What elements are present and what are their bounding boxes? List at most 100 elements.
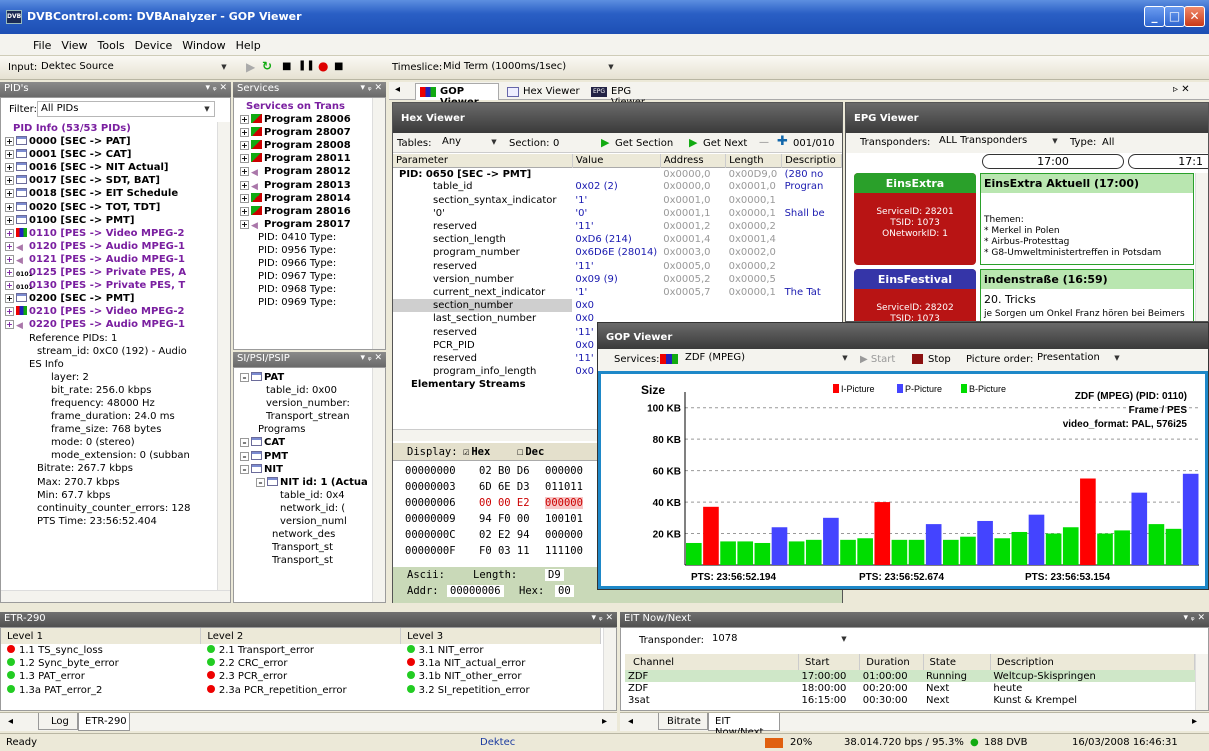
tab-scroll-left-icon[interactable]: ◂: [628, 716, 633, 727]
expand-icon[interactable]: +: [5, 307, 14, 317]
tab-scroll-right-icon[interactable]: ▸: [1192, 716, 1197, 727]
sipsi-tree-item[interactable]: – NIT id: 1 (Actua: [236, 476, 374, 489]
maximize-button[interactable]: □: [1164, 6, 1185, 27]
pid-hscrollbar[interactable]: [1, 590, 230, 602]
sipsi-tree-item[interactable]: Transport_st: [236, 554, 374, 567]
pid-tree-item[interactable]: stream_id: 0xC0 (192) - Audio: [3, 345, 217, 358]
close-button[interactable]: ✕: [1184, 6, 1205, 27]
sipsi-tree-item[interactable]: – PAT: [236, 371, 374, 384]
epg-event-einsextra[interactable]: EinsExtra Aktuell (17:00) Themen: * Merke…: [980, 173, 1194, 265]
pid-tree-item[interactable]: Bitrate: 267.7 kbps: [3, 462, 217, 475]
tab-log[interactable]: Log: [38, 713, 78, 730]
menu-file[interactable]: File: [28, 34, 56, 52]
hex-grid-row[interactable]: '0' '0' 0x0001,1 0x0000,1 Shall be: [393, 207, 842, 220]
column-header[interactable]: Description: [990, 654, 1196, 670]
hex-grid-row[interactable]: reserved '11' 0x0001,2 0x0000,2: [393, 220, 842, 233]
hex-dump-row[interactable]: 0000000F F0 03 11 111100: [405, 545, 583, 561]
hex-grid-row[interactable]: version_number 0x09 (9) 0x0005,2 0x0000,5: [393, 273, 842, 286]
eit-scrollbar[interactable]: [1195, 654, 1208, 710]
service-tree-item[interactable]: PID: 0956 Type:: [236, 244, 374, 257]
pane-controls[interactable]: ▾ ᵩ ✕: [591, 613, 613, 623]
timeslice-select[interactable]: Mid Term (1000ms/1sec) ▼: [440, 60, 618, 76]
pid-tree-item[interactable]: ES Info: [3, 358, 217, 371]
menu-device[interactable]: Device: [130, 34, 178, 52]
pid-tree-item[interactable]: frame_duration: 24.0 ms: [3, 410, 217, 423]
pid-tree-item[interactable]: +0001 [SEC -> CAT]: [3, 148, 217, 161]
sipsi-tree-item[interactable]: Transport_st: [236, 541, 374, 554]
column-header[interactable]: Parameter: [393, 154, 573, 168]
expand-icon[interactable]: +: [5, 268, 14, 278]
expand-icon[interactable]: +: [240, 206, 249, 216]
hex-grid-row[interactable]: PID: 0650 [SEC -> PMT] 0x0000,0 0x00D9,0 (2…: [393, 167, 842, 180]
expand-icon[interactable]: +: [5, 202, 14, 212]
tab-etr290[interactable]: ETR-290: [78, 713, 130, 731]
expand-icon[interactable]: +: [5, 176, 14, 186]
expand-icon[interactable]: +: [240, 115, 249, 125]
expand-icon[interactable]: +: [5, 320, 14, 330]
eit-row[interactable]: 3sat 16:15:00 00:30:00 Next Kunst & Krempel: [625, 694, 1195, 706]
expand-icon[interactable]: +: [5, 163, 14, 173]
transponders-select[interactable]: ALL Transponders ▼: [936, 134, 1062, 150]
hex-grid-row[interactable]: section_number 0x0: [393, 299, 842, 313]
column-header[interactable]: Value: [572, 154, 661, 168]
sipsi-tree-item[interactable]: table_id: 0x4: [236, 489, 374, 502]
record-icon[interactable]: ●: [318, 59, 328, 73]
service-tree-item[interactable]: + ◀ Program 28013: [236, 179, 374, 192]
column-header[interactable]: Level 1: [1, 628, 202, 644]
service-tree-item[interactable]: + Program 28008: [236, 139, 374, 152]
hex-grid-row[interactable]: reserved '11' 0x0005,0 0x0000,2: [393, 260, 842, 273]
tab-eit-now-next[interactable]: EIT Now/Next: [708, 713, 780, 738]
hex-grid-row[interactable]: program_number 0x6D6E (28014) 0x0003,0 0x00…: [393, 246, 842, 259]
expand-icon[interactable]: +: [240, 141, 249, 151]
etr-row[interactable]: 1.3 PAT_error 2.3 PCR_error 3.1b NIT_other…: [1, 670, 601, 683]
service-tree-item[interactable]: Services on Trans: [236, 100, 374, 113]
expand-icon[interactable]: –: [240, 373, 249, 382]
pid-tree-item[interactable]: + ◀ 0120 [PES -> Audio MPEG-1: [3, 240, 217, 253]
service-tree-item[interactable]: + ◀ Program 28017: [236, 218, 374, 231]
hex-dump-row[interactable]: 00000009 94 F0 00 100101: [405, 513, 583, 529]
pane-controls[interactable]: ▾ ᵩ ✕: [205, 83, 227, 93]
sipsi-tree-item[interactable]: network_des: [236, 528, 374, 541]
pid-tree-item[interactable]: +0017 [SEC -> SDT, BAT]: [3, 174, 217, 187]
pid-tree-item[interactable]: +0020 [SEC -> TOT, TDT]: [3, 201, 217, 214]
epg-channel-einsfestival[interactable]: EinsFestival ServiceID: 28202 TSID: 1073: [854, 269, 976, 321]
expand-icon[interactable]: +: [5, 189, 14, 199]
hex-dump-row[interactable]: 00000003 6D 6E D3 011011: [405, 481, 583, 497]
etr-row[interactable]: 1.1 TS_sync_loss 2.1 Transport_error 3.1 N…: [1, 644, 601, 657]
hex-dump-row[interactable]: 00000006 00 00 E2 000000: [405, 497, 583, 513]
pid-tree-item[interactable]: +0000 [SEC -> PAT]: [3, 135, 217, 148]
column-header[interactable]: Descriptio: [781, 154, 842, 168]
hex-checkbox[interactable]: ☑ Hex: [463, 446, 490, 458]
pause-icon[interactable]: ❚❚: [298, 60, 315, 71]
pid-tree-item[interactable]: +0110 [PES -> Video MPEG-2: [3, 227, 217, 240]
service-tree-item[interactable]: + Program 28016: [236, 205, 374, 218]
input-select[interactable]: Dektec Source ▼: [38, 60, 231, 76]
gop-stop-button[interactable]: Stop: [928, 354, 951, 365]
refresh-icon[interactable]: ↻: [262, 59, 272, 73]
expand-icon[interactable]: +: [240, 219, 249, 229]
column-header[interactable]: Level 3: [400, 628, 601, 644]
column-header[interactable]: Length: [725, 154, 783, 168]
transponder-select[interactable]: 1078 ▼: [709, 632, 851, 648]
service-tree-item[interactable]: PID: 0968 Type:: [236, 283, 374, 296]
tab-scroll-left-icon[interactable]: ◂: [395, 84, 400, 95]
expand-icon[interactable]: +: [5, 228, 14, 238]
plus-icon[interactable]: ✚: [777, 134, 788, 149]
menu-tools[interactable]: Tools: [93, 34, 130, 52]
expand-icon[interactable]: +: [5, 294, 14, 304]
sipsi-tree-item[interactable]: – PMT: [236, 450, 374, 463]
pid-tree-item[interactable]: PID Info (53/53 PIDs): [3, 122, 217, 135]
column-header[interactable]: Channel: [625, 654, 799, 670]
column-header[interactable]: State: [923, 654, 991, 670]
pid-tree-item[interactable]: mode_extension: 0 (subban: [3, 449, 217, 462]
pid-tree-item[interactable]: layer: 2: [3, 371, 217, 384]
picture-order-select[interactable]: Presentation ▼: [1034, 351, 1124, 367]
epg-channel-einsextra[interactable]: EinsExtra ServiceID: 28201 TSID: 1073 ONet…: [854, 173, 976, 265]
tab-scroll-left-icon[interactable]: ◂: [8, 716, 13, 727]
expand-icon[interactable]: +: [240, 167, 249, 177]
column-header[interactable]: Duration: [859, 654, 924, 670]
pid-tree-item[interactable]: mode: 0 (stereo): [3, 436, 217, 449]
etr-row[interactable]: 1.3a PAT_error_2 2.3a PCR_repetition_erro…: [1, 684, 601, 697]
stop-icon[interactable]: ■: [282, 61, 291, 72]
minus-icon[interactable]: —: [759, 137, 769, 148]
